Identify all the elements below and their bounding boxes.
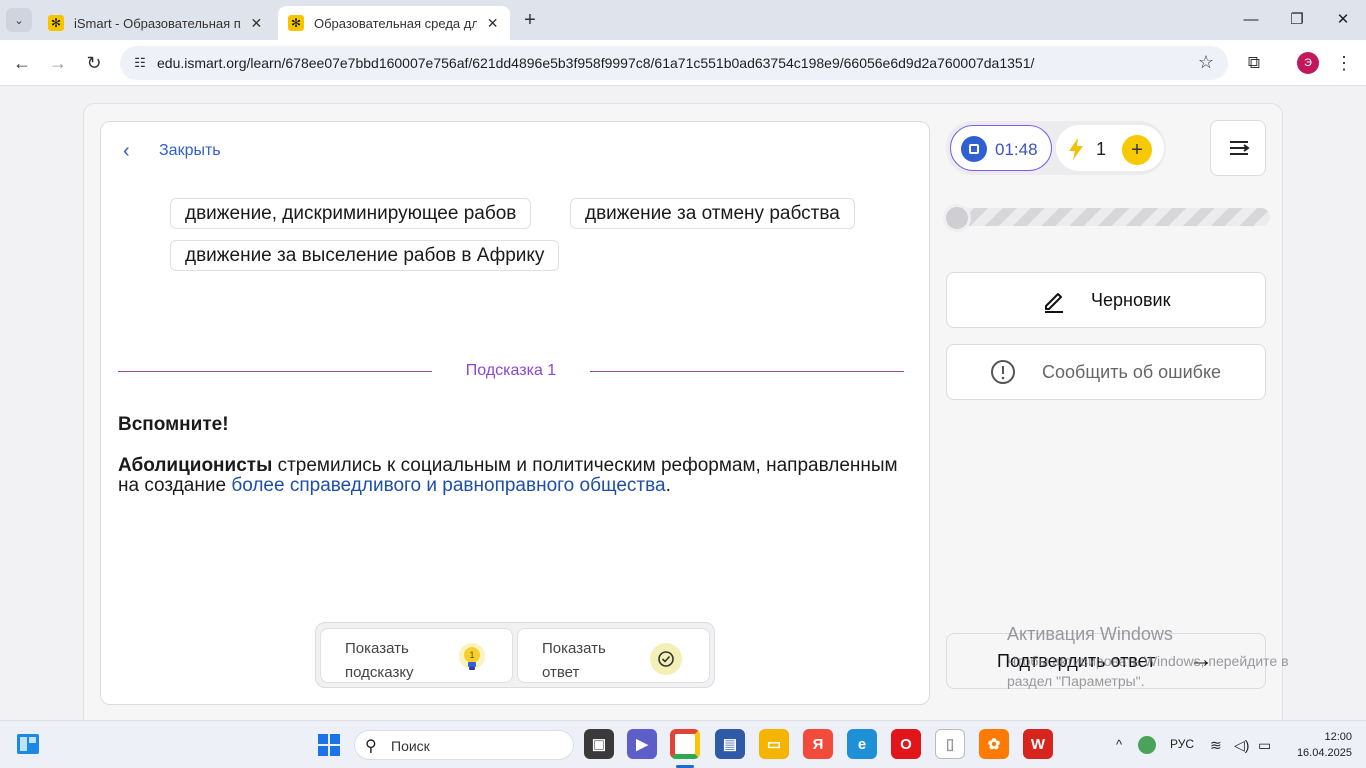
restore-button[interactable]: ❐ xyxy=(1282,8,1312,32)
close-tab-icon[interactable]: ✕ xyxy=(485,15,500,31)
windows-start-icon[interactable] xyxy=(317,733,341,757)
site-info-icon[interactable]: ☷ xyxy=(130,54,150,72)
back-button[interactable]: ← xyxy=(10,51,34,75)
system-clock[interactable]: 12:00 16.04.2025 xyxy=(1282,729,1352,761)
lightning-icon xyxy=(1069,138,1083,160)
draft-label: Черновик xyxy=(1091,290,1171,310)
minimize-button[interactable]: — xyxy=(1236,8,1266,32)
new-tab-button[interactable]: + xyxy=(518,9,542,31)
chevron-left-icon: ‹ xyxy=(123,140,130,162)
search-icon: ⚲ xyxy=(365,738,377,755)
ismart-logo-icon: ✻ xyxy=(48,15,64,31)
answer-option[interactable]: движение за отмену рабства xyxy=(570,198,855,229)
url-text[interactable]: edu.ismart.org/learn/678ee07e7bbd160007e… xyxy=(157,55,1034,71)
tray-app-icon[interactable] xyxy=(1138,736,1156,754)
report-error-button[interactable]: Сообщить об ошибке xyxy=(946,344,1266,400)
wifi-icon[interactable]: ≋ xyxy=(1210,737,1222,754)
timer-value: 01:48 xyxy=(995,140,1038,159)
bookmark-star-icon[interactable]: ☆ xyxy=(1198,52,1214,73)
clock-date: 16.04.2025 xyxy=(1296,747,1352,759)
check-circle-icon xyxy=(650,643,682,675)
timer[interactable]: 01:48 xyxy=(950,125,1052,171)
edge-icon[interactable]: e xyxy=(847,729,877,759)
browser-tab-strip: ⌄ ✻ iSmart - Образовательная пла ✕ ✻ Обр… xyxy=(0,0,1366,40)
forward-button[interactable]: → xyxy=(46,51,70,75)
show-answer-label: Показать ответ xyxy=(542,640,606,681)
hint-divider-left xyxy=(118,371,432,372)
browser-toolbar: ← → ↻ ☷ edu.ismart.org/learn/678ee07e7bb… xyxy=(0,40,1366,86)
status-group: 01:48 1 + xyxy=(946,121,1166,175)
tab-title: Образовательная среда для са xyxy=(314,15,478,31)
menu-list-icon xyxy=(1230,141,1250,155)
draft-button[interactable]: Черновик xyxy=(946,272,1266,328)
windows-taskbar: ⚲ Поиск ▣ ▶ ▤ ▭ Я e O ▯ ✿ W ^ РУС ≋ ◁) ▭… xyxy=(0,720,1366,768)
search-placeholder: Поиск xyxy=(391,738,430,754)
battery-icon[interactable]: ▭ xyxy=(1258,737,1271,754)
hint-count: 1 xyxy=(469,650,474,660)
close-tab-icon[interactable]: ✕ xyxy=(249,15,264,31)
teams-icon[interactable]: ▶ xyxy=(627,729,657,759)
help-actions: Показать подсказку 1 Показать ответ xyxy=(315,622,715,688)
show-answer-button[interactable]: Показать ответ xyxy=(517,628,710,683)
ismart-logo-icon: ✻ xyxy=(288,15,304,31)
browser-menu-icon[interactable]: ⋮ xyxy=(1334,51,1354,75)
show-hint-label: Показать подсказку xyxy=(345,640,414,681)
submit-answer-button[interactable]: Подтвердить ответ → xyxy=(946,633,1266,689)
energy-counter: 1 + xyxy=(1056,125,1164,171)
profile-avatar[interactable]: Э xyxy=(1297,52,1319,74)
progress-knob xyxy=(943,204,971,232)
browser-tab-ismart[interactable]: ✻ iSmart - Образовательная пла ✕ xyxy=(38,6,274,40)
stop-icon[interactable] xyxy=(961,136,987,162)
reload-button[interactable]: ↻ xyxy=(82,51,106,75)
floppy-app-icon[interactable]: ▤ xyxy=(715,729,745,759)
answer-option[interactable]: движение, дискриминирующее рабов xyxy=(170,198,532,229)
hint-term: Аболиционисты xyxy=(118,455,273,476)
chrome-icon[interactable] xyxy=(670,729,700,759)
close-window-button[interactable]: ✕ xyxy=(1328,8,1358,32)
task-menu-button[interactable] xyxy=(1210,120,1266,176)
add-energy-button[interactable]: + xyxy=(1122,135,1152,165)
task-progress-bar xyxy=(946,208,1270,226)
task-view-icon[interactable]: ▣ xyxy=(584,729,614,759)
report-error-label: Сообщить об ошибке xyxy=(1042,362,1222,382)
wps-office-icon[interactable]: W xyxy=(1023,729,1053,759)
tab-search-button[interactable]: ⌄ xyxy=(6,8,32,32)
volume-icon[interactable]: ◁) xyxy=(1234,737,1249,754)
notepad-icon[interactable]: ▯ xyxy=(935,729,965,759)
arrow-right-icon: → xyxy=(1189,646,1213,673)
energy-value: 1 xyxy=(1096,139,1107,159)
language-indicator[interactable]: РУС xyxy=(1170,737,1194,751)
exclamation-circle-icon xyxy=(991,360,1015,384)
address-bar[interactable]: ☷ edu.ismart.org/learn/678ee07e7bbd16000… xyxy=(120,46,1228,80)
photos-icon[interactable]: ✿ xyxy=(979,729,1009,759)
taskbar-search[interactable]: ⚲ Поиск xyxy=(354,730,574,760)
tab-title: iSmart - Образовательная пла xyxy=(74,15,241,31)
hint-highlight: более справедливого и равноправного обще… xyxy=(231,475,666,496)
submit-label: Подтвердить ответ xyxy=(997,651,1156,671)
hint-end: . xyxy=(665,475,671,496)
lightbulb-icon: 1 xyxy=(459,643,485,670)
opera-icon[interactable]: O xyxy=(891,729,921,759)
answer-option[interactable]: движение за выселение рабов в Африку xyxy=(170,240,560,271)
yandex-browser-icon[interactable]: Я xyxy=(803,729,833,759)
close-link[interactable]: ‹ Закрыть xyxy=(123,140,221,162)
browser-tab-learn[interactable]: ✻ Образовательная среда для са ✕ xyxy=(278,6,510,40)
task-card: ‹ Закрыть движение, дискриминирующее раб… xyxy=(100,121,930,705)
file-explorer-icon[interactable]: ▭ xyxy=(759,729,789,759)
clock-time: 12:00 xyxy=(1324,731,1352,743)
show-hint-button[interactable]: Показать подсказку 1 xyxy=(320,628,513,683)
hint-divider-right xyxy=(590,371,904,372)
hint-title: Подсказка 1 xyxy=(465,362,557,379)
extensions-icon[interactable]: ⧉ xyxy=(1242,51,1266,75)
pencil-icon xyxy=(1045,293,1063,313)
widgets-icon[interactable] xyxy=(16,733,40,755)
show-hidden-icons[interactable]: ^ xyxy=(1116,737,1122,752)
hint-text: Аболиционисты стремились к социальным и … xyxy=(118,456,918,496)
close-label: Закрыть xyxy=(159,142,221,159)
hint-heading: Вспомните! xyxy=(118,414,229,435)
